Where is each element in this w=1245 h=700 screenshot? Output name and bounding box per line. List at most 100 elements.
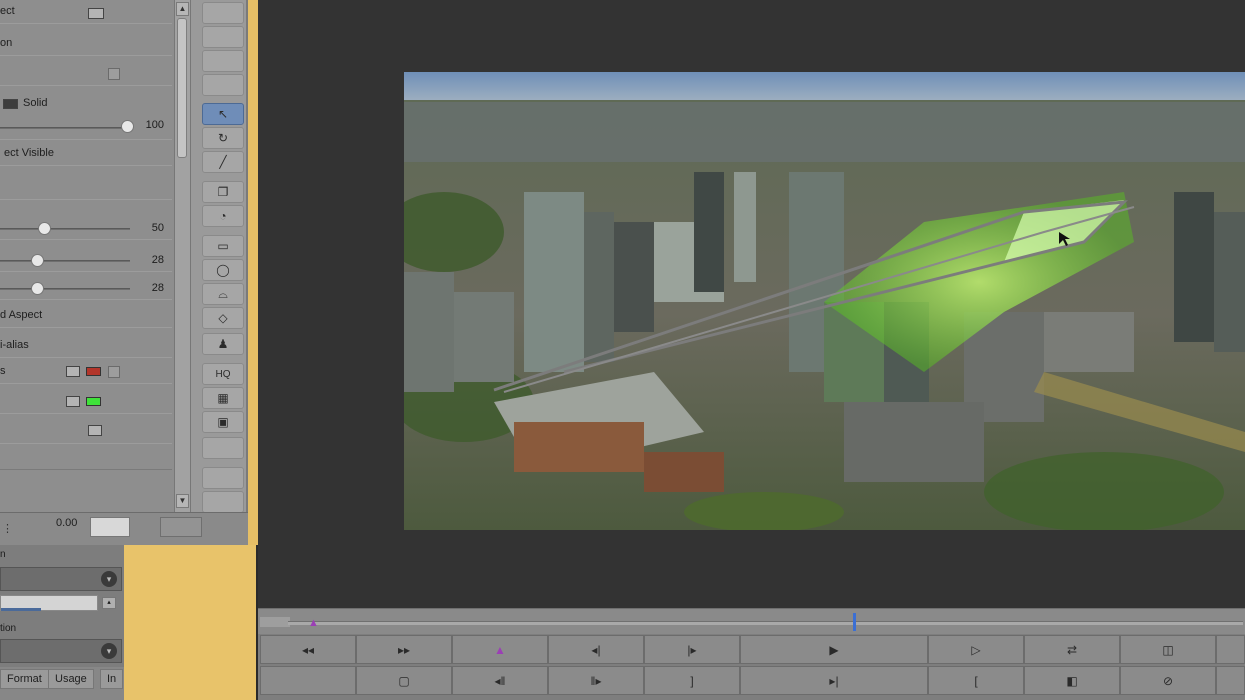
slider-value[interactable]: 50 [152,222,164,234]
paint-bucket-tool-icon[interactable]: ♟ [202,333,244,355]
tab-in[interactable]: In [100,669,124,689]
step-back-button-icon[interactable]: ◂| [548,635,644,664]
go-to-start-button-icon[interactable]: ◂‖ [452,666,548,695]
section-label: tion [0,623,17,634]
slider-knob[interactable] [38,222,51,235]
effect-panel-scrollbar[interactable]: ▲ ▼ [174,0,190,512]
green-color-swatch[interactable] [86,397,101,406]
clear-button-icon[interactable]: ⊘ [1120,666,1216,695]
progress-fill [1,608,41,611]
tab-usage[interactable]: Usage [48,669,94,689]
chevron-down-icon[interactable]: ▾ [101,571,117,587]
brush-tool-icon[interactable]: ◔ [202,205,244,227]
mark-in-button-icon[interactable]: ▲ [452,635,548,664]
track-icon[interactable] [88,8,104,19]
stepper-icon[interactable]: ▴ [102,597,116,609]
slider-value[interactable]: 28 [152,282,164,294]
param-label: i-alias [0,339,29,351]
pen-tool-icon[interactable]: ╱ [202,151,244,173]
param-row-fill: Solid 100 [0,92,172,140]
tab-format[interactable]: Format [0,669,49,689]
tool-slot[interactable] [202,74,244,96]
timeline-bar[interactable]: ▲ [258,608,1245,634]
param-row [0,420,172,444]
select-arrow-tool-icon[interactable]: ↖ [202,103,244,125]
transport-slot[interactable] [1216,666,1245,695]
section-label: n [0,549,6,560]
in-point-marker-icon[interactable]: ▲ [308,617,319,629]
slider-track[interactable] [0,288,130,290]
step-forward-button-icon[interactable]: |▸ [644,635,740,664]
slider-track[interactable] [0,260,130,262]
dropdown[interactable]: ▾ [0,567,122,591]
tool-slot[interactable] [202,26,244,48]
fast-forward-button-icon[interactable]: ▸▸ [356,635,452,664]
frame-tool-icon[interactable]: ▣ [202,411,244,433]
footer-button[interactable] [160,517,202,537]
mark-out-button-icon[interactable]: ] [644,666,740,695]
param-checkbox[interactable] [108,366,120,378]
param-row: d Aspect [0,304,172,328]
slider-knob[interactable] [31,282,44,295]
play-reverse-button-icon[interactable]: ▷ [928,635,1024,664]
tool-slot[interactable] [202,491,244,513]
panel-divider[interactable] [248,0,258,545]
transport-slot[interactable] [1216,635,1245,664]
opacity-slider-knob[interactable] [121,120,134,133]
tool-slot[interactable] [202,437,244,459]
image-icon[interactable] [66,366,80,377]
scroll-up-arrow-icon[interactable]: ▲ [176,2,189,16]
track-icon[interactable] [88,425,102,436]
slider-value[interactable]: 28 [152,254,164,266]
curve-tool-icon[interactable]: ⌓ [202,283,244,305]
hq-button[interactable]: HQ [202,363,244,385]
opacity-slider-track[interactable] [0,127,124,129]
slider-track[interactable] [0,228,130,230]
rotate-tool-icon[interactable]: ↻ [202,127,244,149]
play-button-icon[interactable]: ▶ [740,635,928,664]
enable-checkbox[interactable] [108,68,120,80]
drag-handle-icon[interactable]: ⋮ [2,522,13,535]
progress-field[interactable] [0,595,98,611]
fill-mode-label[interactable]: Solid [23,97,47,109]
param-label: s [0,365,6,377]
split-view-button-icon[interactable]: ◫ [1120,635,1216,664]
fill-icon [3,99,18,109]
frame-button-icon[interactable]: ▢ [356,666,452,695]
layers-tool-icon[interactable]: ❐ [202,181,244,203]
effect-panel-footer: ⋮ 0.00 [0,512,248,545]
rectangle-tool-icon[interactable]: ▭ [202,235,244,257]
panel-button-icon[interactable]: ◧ [1024,666,1120,695]
param-row: ect Visible [0,142,172,166]
playhead[interactable] [853,613,856,631]
transport-slot[interactable] [260,666,356,695]
scroll-thumb[interactable] [177,18,187,158]
grid-tool-icon[interactable]: ▦ [202,387,244,409]
color-swatch[interactable] [86,367,101,376]
rewind-button-icon[interactable]: ◂◂ [260,635,356,664]
chevron-down-icon[interactable]: ▾ [101,643,117,659]
oval-tool-icon[interactable]: ◯ [202,259,244,281]
effect-editor-panel: ect on Solid 100 ect Visible 50 28 28 d … [0,0,178,512]
tool-slot[interactable] [202,50,244,72]
param-row: on [0,32,172,56]
video-frame[interactable] [404,72,1245,530]
mark-in-bracket-button-icon[interactable]: [ [928,666,1024,695]
timeline-start [260,617,290,627]
city-aerial-image [404,72,1245,530]
play-in-out-button-icon[interactable]: ‖▸ [548,666,644,695]
footer-value[interactable]: 0.00 [56,517,77,529]
footer-value-field[interactable] [90,517,130,537]
slider-knob[interactable] [31,254,44,267]
eraser-tool-icon[interactable]: ◇ [202,307,244,329]
tool-slot[interactable] [202,2,244,24]
scroll-down-arrow-icon[interactable]: ▼ [176,494,189,508]
image-icon[interactable] [66,396,80,407]
opacity-value[interactable]: 100 [146,119,164,131]
loop-button-icon[interactable]: ⇄ [1024,635,1120,664]
tool-slot[interactable] [202,467,244,489]
dropdown[interactable]: ▾ [0,639,122,663]
timeline-track[interactable] [288,621,1243,625]
go-to-end-button-icon[interactable]: ▸| [740,666,928,695]
tab-bar: Format Usage In [0,667,124,700]
